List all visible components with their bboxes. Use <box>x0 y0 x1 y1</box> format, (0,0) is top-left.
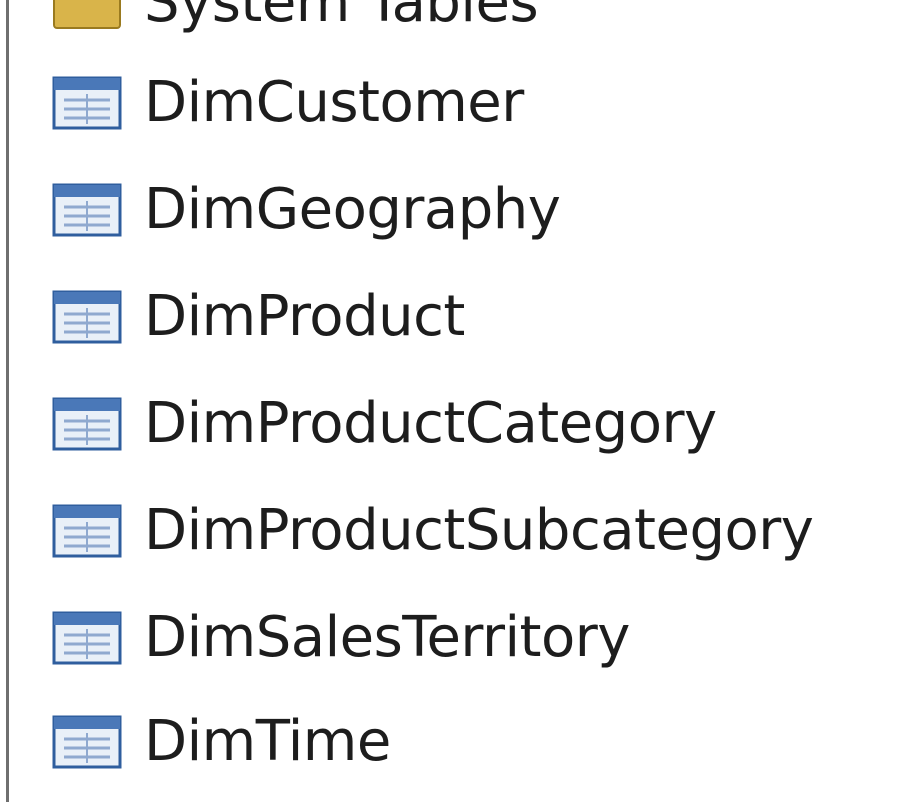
tree-item-dimproduct[interactable]: DimProduct <box>52 272 465 362</box>
tree-item-label: DimProductCategory <box>144 391 717 456</box>
tree-item-dimproductsubcategory[interactable]: DimProductSubcategory <box>52 486 814 576</box>
table-icon <box>52 397 122 451</box>
tree-item-dimgeography[interactable]: DimGeography <box>52 165 561 255</box>
tree-item-dimproductcategory[interactable]: DimProductCategory <box>52 379 717 469</box>
tree-item-label: DimTime <box>144 709 391 774</box>
tree-left-border <box>6 0 9 802</box>
tree-item-dimsalesterritory[interactable]: DimSalesTerritory <box>52 593 630 683</box>
folder-icon <box>53 0 121 29</box>
table-icon <box>52 290 122 344</box>
tree-item-dimcustomer[interactable]: DimCustomer <box>52 58 524 148</box>
table-icon <box>52 611 122 665</box>
tree-item-label: DimCustomer <box>144 70 524 135</box>
tree-item-label: DimProduct <box>144 284 465 349</box>
tree-item-dimtime[interactable]: DimTime <box>52 697 391 787</box>
tree-item-label: DimProductSubcategory <box>144 498 814 563</box>
object-explorer-tree: System Tables DimCustomer DimGeography D… <box>0 0 897 802</box>
tree-item-label: DimGeography <box>144 177 561 242</box>
table-icon <box>52 76 122 130</box>
table-icon <box>52 715 122 769</box>
tree-item-label: DimSalesTerritory <box>144 605 630 670</box>
tree-item-label: System Tables <box>144 0 539 35</box>
tree-item-system-tables[interactable]: System Tables <box>52 0 539 48</box>
table-icon <box>52 183 122 237</box>
table-icon <box>52 504 122 558</box>
